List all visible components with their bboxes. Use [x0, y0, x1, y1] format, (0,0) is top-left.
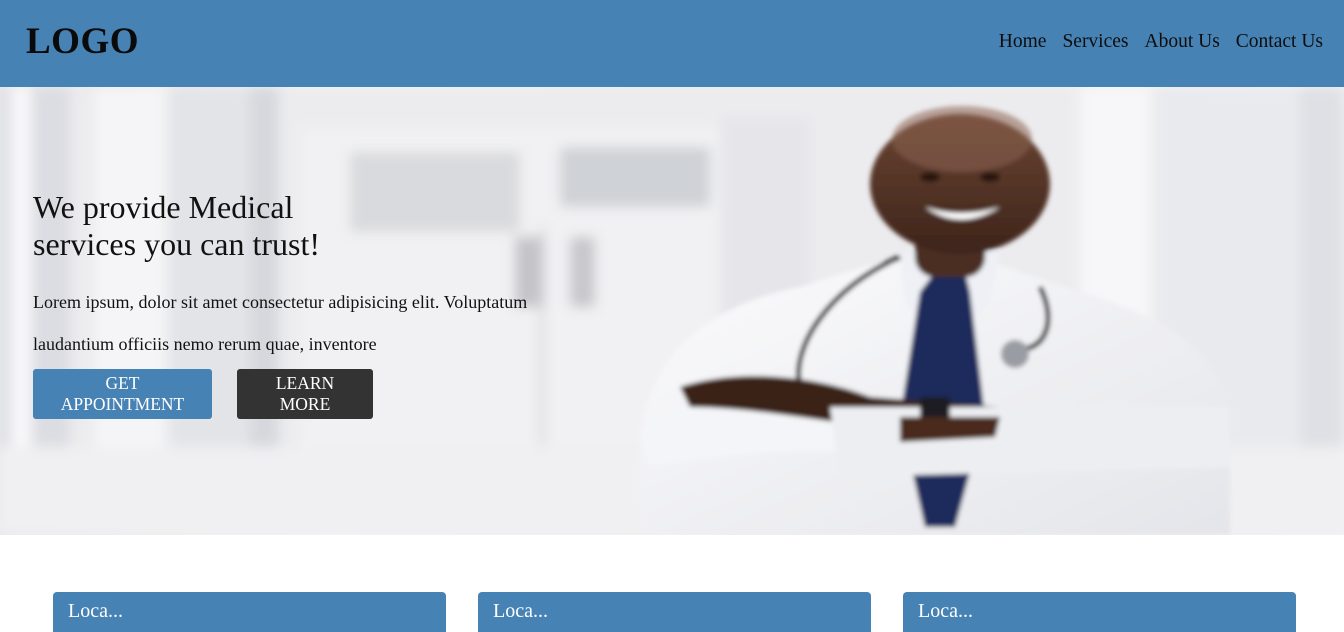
nav-link-services[interactable]: Services: [1062, 31, 1128, 53]
card-title: Loca...: [918, 600, 973, 622]
hero-content: We provide Medical services you can trus…: [33, 189, 593, 365]
nav-link-contact-us[interactable]: Contact Us: [1236, 31, 1323, 53]
main-nav: Home Services About Us Contact Us: [999, 31, 1323, 53]
location-card[interactable]: Loca...: [53, 592, 446, 632]
nav-link-about-us[interactable]: About Us: [1145, 31, 1220, 53]
card-title: Loca...: [493, 600, 548, 622]
location-card[interactable]: Loca...: [903, 592, 1296, 632]
learn-more-button[interactable]: LEARN MORE: [237, 369, 373, 419]
hero-buttons: GET APPOINTMENT LEARN MORE: [33, 369, 373, 419]
nav-link-home[interactable]: Home: [999, 31, 1047, 53]
hero-description: Lorem ipsum, dolor sit amet consectetur …: [33, 292, 528, 354]
card-title: Loca...: [68, 600, 123, 622]
location-cards: Loca... Loca... Loca...: [53, 592, 1297, 632]
hero-section: We provide Medical services you can trus…: [0, 87, 1344, 535]
logo[interactable]: LOGO: [26, 20, 139, 63]
hero-title: We provide Medical services you can trus…: [33, 189, 321, 262]
location-card[interactable]: Loca...: [478, 592, 871, 632]
get-appointment-button[interactable]: GET APPOINTMENT: [33, 369, 212, 419]
top-navbar: LOGO Home Services About Us Contact Us: [0, 0, 1344, 87]
